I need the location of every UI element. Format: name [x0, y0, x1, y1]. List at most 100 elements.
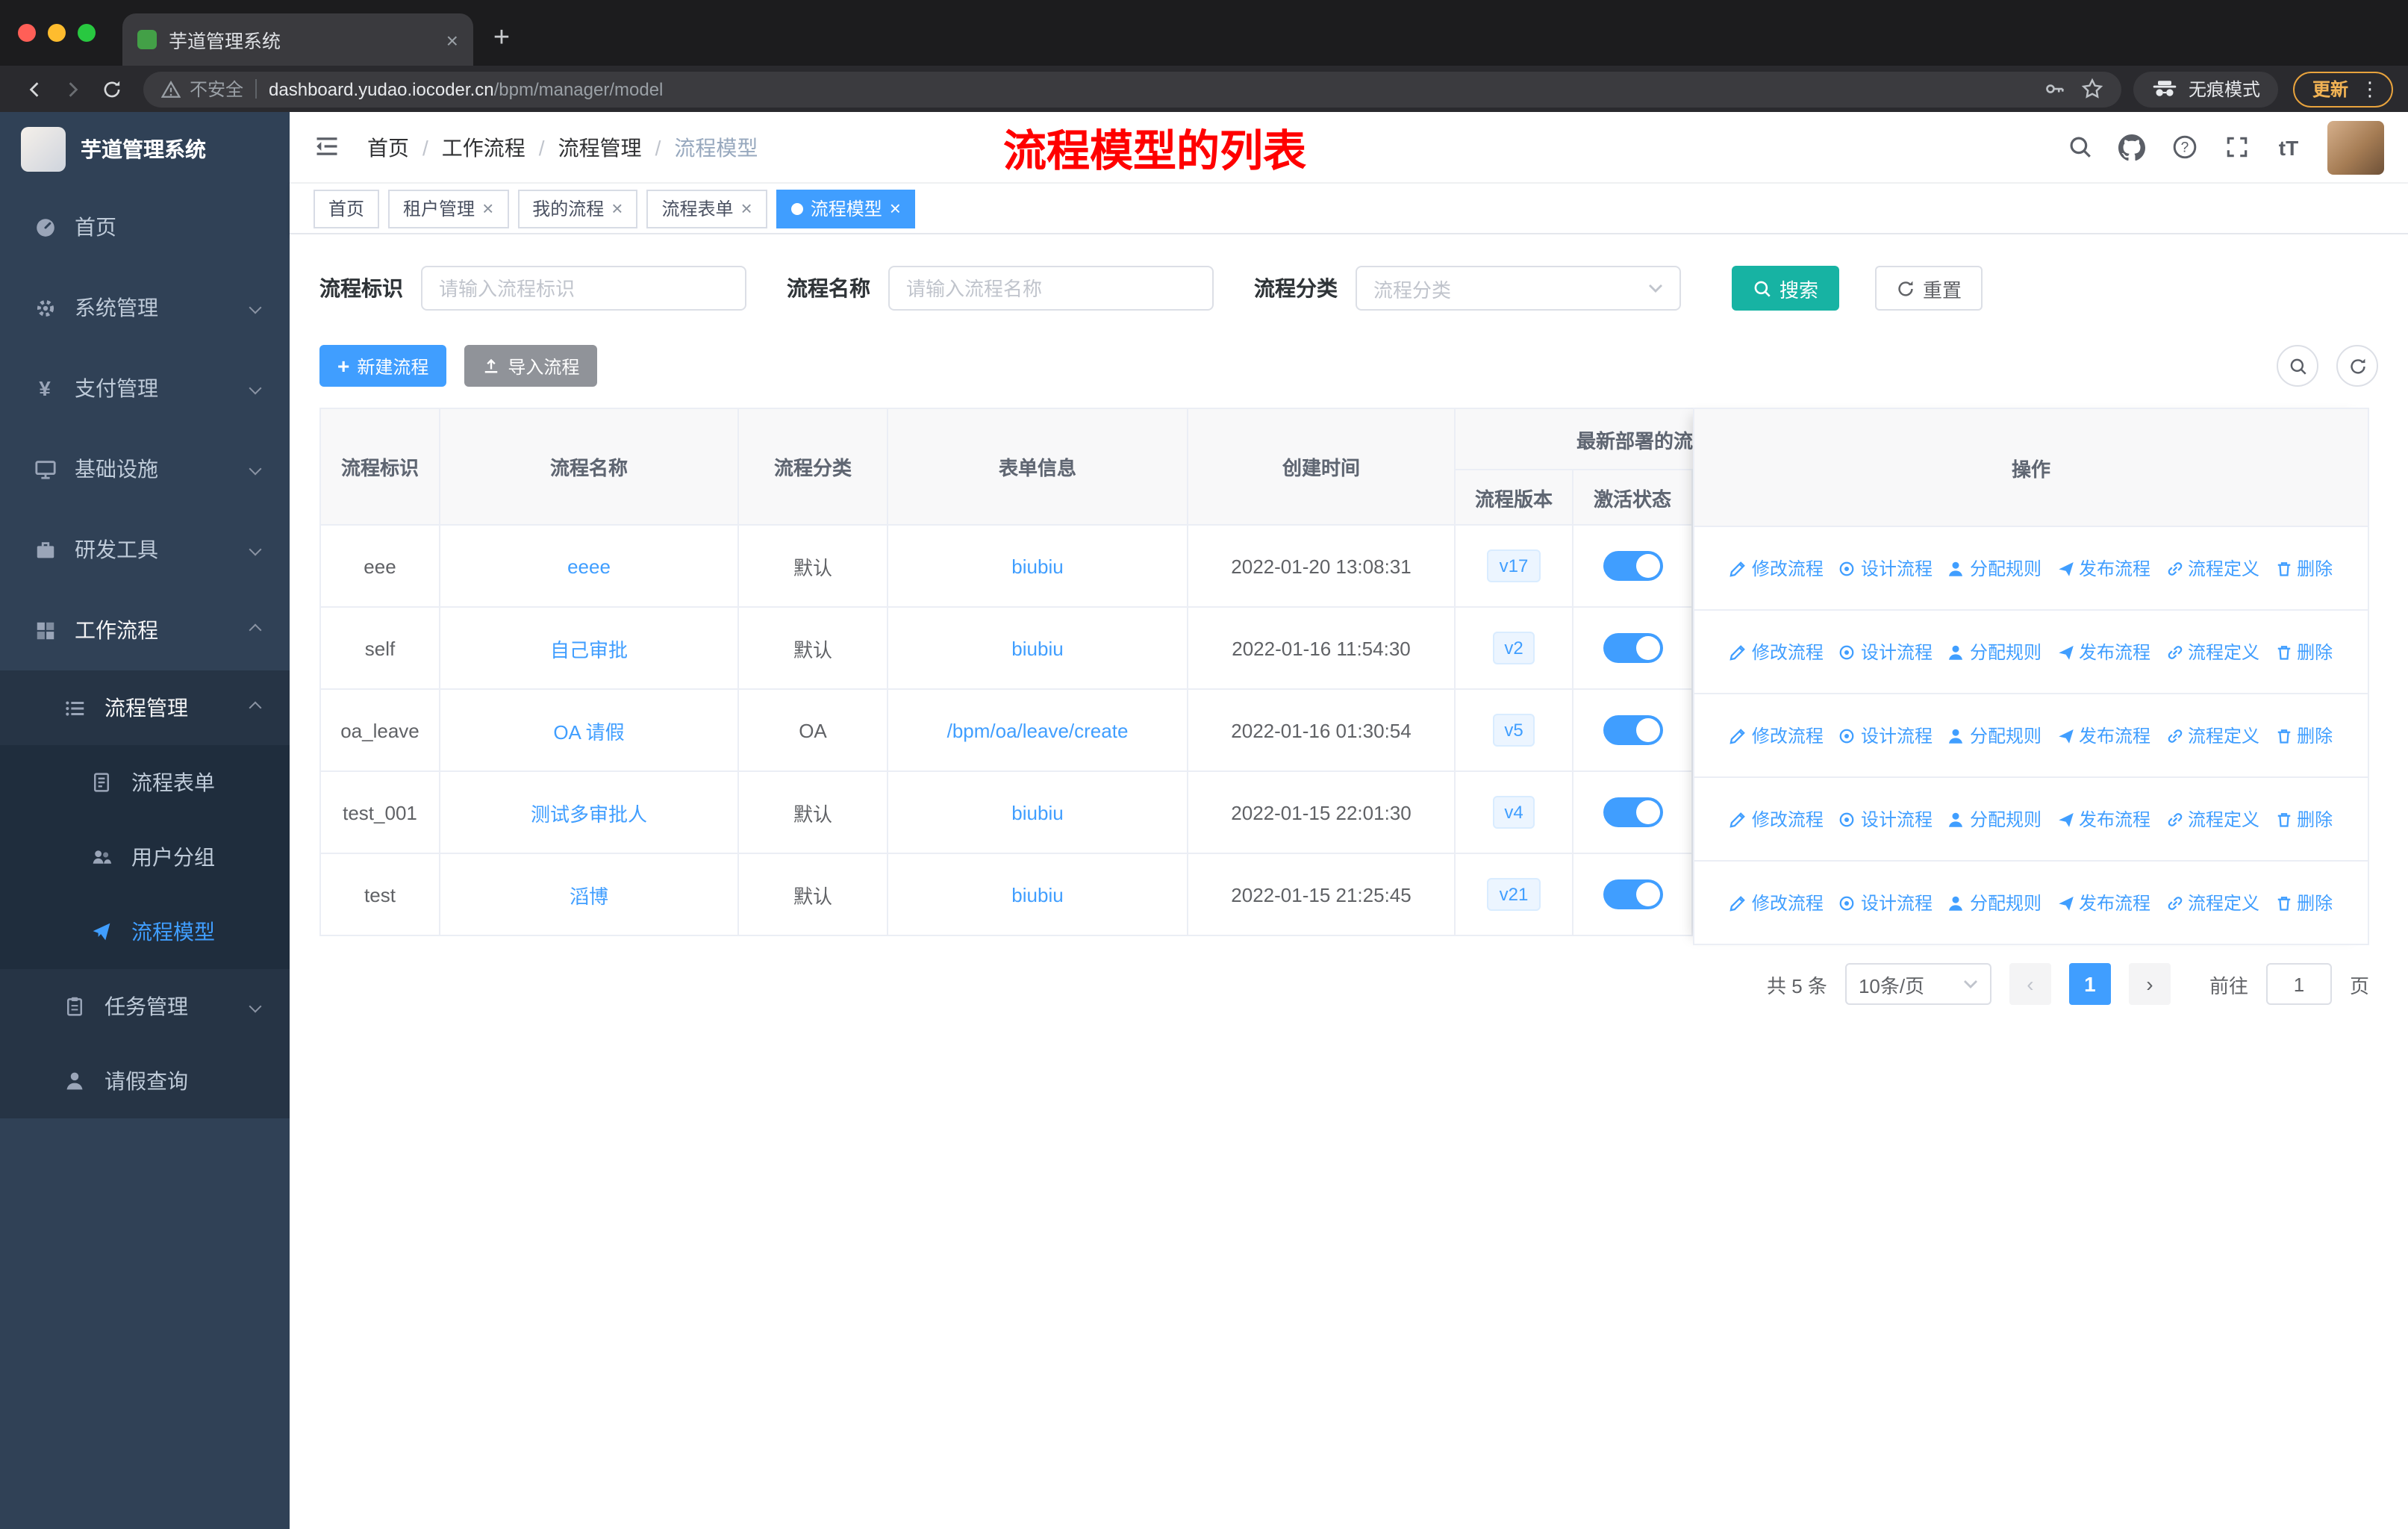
sidebar-item-task-mgmt[interactable]: 任务管理	[0, 969, 290, 1044]
breadcrumb-item[interactable]: 首页	[367, 132, 409, 162]
active-toggle[interactable]	[1603, 879, 1662, 909]
sidebar-item-workflow[interactable]: 工作流程	[0, 590, 290, 670]
publish-action-link[interactable]: 发布流程	[2056, 806, 2150, 832]
show-search-button[interactable]	[2277, 345, 2318, 387]
help-icon[interactable]: ?	[2171, 134, 2198, 161]
forward-button[interactable]	[54, 71, 93, 107]
delete-action-link[interactable]: 删除	[2274, 806, 2333, 832]
active-toggle[interactable]	[1603, 633, 1662, 663]
tab-close-icon[interactable]: ×	[446, 29, 458, 50]
process-name-link[interactable]: eeee	[567, 555, 611, 577]
goto-page-input[interactable]	[2265, 963, 2332, 1005]
process-name-link[interactable]: 测试多审批人	[531, 803, 647, 825]
breadcrumb-item[interactable]: 流程管理	[558, 132, 642, 162]
assign-user-action-link[interactable]: 分配规则	[1947, 723, 2042, 748]
process-name-link[interactable]: 滔博	[570, 885, 608, 907]
sidebar-item-tools[interactable]: 研发工具	[0, 509, 290, 590]
close-icon[interactable]: ×	[890, 199, 901, 218]
security-chip[interactable]: 不安全	[161, 76, 243, 102]
sidebar-item-system[interactable]: 系统管理	[0, 267, 290, 348]
sidebar-item-process-mgmt[interactable]: 流程管理	[0, 670, 290, 745]
form-info-link[interactable]: biubiu	[1011, 801, 1063, 823]
close-icon[interactable]: ×	[741, 199, 752, 218]
page-size-select[interactable]: 10条/页	[1844, 963, 1991, 1005]
menu-fold-icon[interactable]	[314, 132, 343, 162]
browser-menu-icon[interactable]: ⋮	[2357, 77, 2383, 101]
assign-user-action-link[interactable]: 分配规则	[1947, 890, 2042, 915]
definition-action-link[interactable]: 流程定义	[2165, 555, 2259, 581]
browser-update-button[interactable]: 更新 ⋮	[2292, 71, 2393, 107]
edit-action-link[interactable]: 修改流程	[1729, 890, 1824, 915]
sidebar-item-leave-query[interactable]: 请假查询	[0, 1044, 290, 1118]
category-select[interactable]: 流程分类	[1356, 266, 1681, 311]
tag-home[interactable]: 首页	[314, 189, 380, 228]
page-number-button[interactable]: 1	[2068, 963, 2111, 1005]
delete-action-link[interactable]: 删除	[2274, 723, 2333, 748]
design-action-link[interactable]: 设计流程	[1838, 555, 1933, 581]
next-page-button[interactable]: ›	[2128, 963, 2171, 1005]
definition-action-link[interactable]: 流程定义	[2165, 806, 2259, 832]
github-icon[interactable]	[2118, 134, 2145, 161]
sidebar-item-pay[interactable]: ¥ 支付管理	[0, 348, 290, 429]
edit-action-link[interactable]: 修改流程	[1729, 806, 1824, 832]
design-action-link[interactable]: 设计流程	[1838, 890, 1933, 915]
zoom-window-button[interactable]	[78, 24, 96, 42]
design-action-link[interactable]: 设计流程	[1838, 806, 1933, 832]
delete-action-link[interactable]: 删除	[2274, 639, 2333, 664]
reset-button[interactable]: 重置	[1875, 266, 1983, 311]
active-toggle[interactable]	[1603, 715, 1662, 745]
tag-process-form[interactable]: 流程表单 ×	[646, 189, 767, 228]
form-info-link[interactable]: biubiu	[1011, 555, 1063, 577]
sidebar-item-process-form[interactable]: 流程表单	[0, 745, 290, 820]
address-bar[interactable]: 不安全 dashboard.yudao.iocoder.cn/bpm/manag…	[143, 71, 2121, 107]
design-action-link[interactable]: 设计流程	[1838, 723, 1933, 748]
assign-user-action-link[interactable]: 分配规则	[1947, 806, 2042, 832]
new-tab-button[interactable]: +	[479, 16, 524, 61]
process-id-input[interactable]	[421, 266, 746, 311]
close-icon[interactable]: ×	[611, 199, 623, 218]
process-name-input[interactable]	[888, 266, 1214, 311]
process-name-link[interactable]: 自己审批	[550, 638, 628, 661]
prev-page-button[interactable]: ‹	[2009, 963, 2051, 1005]
bookmark-star-icon[interactable]	[2081, 78, 2103, 100]
publish-action-link[interactable]: 发布流程	[2056, 890, 2150, 915]
assign-user-action-link[interactable]: 分配规则	[1947, 555, 2042, 581]
definition-action-link[interactable]: 流程定义	[2165, 890, 2259, 915]
active-toggle[interactable]	[1603, 551, 1662, 581]
design-action-link[interactable]: 设计流程	[1838, 639, 1933, 664]
sidebar-item-process-model[interactable]: 流程模型	[0, 894, 290, 969]
delete-action-link[interactable]: 删除	[2274, 555, 2333, 581]
font-size-icon[interactable]: tT	[2275, 134, 2302, 161]
import-process-button[interactable]: 导入流程	[464, 345, 598, 387]
definition-action-link[interactable]: 流程定义	[2165, 723, 2259, 748]
form-info-link[interactable]: /bpm/oa/leave/create	[947, 719, 1129, 741]
fullscreen-icon[interactable]	[2223, 134, 2250, 161]
form-info-link[interactable]: biubiu	[1011, 637, 1063, 659]
tag-my-process[interactable]: 我的流程 ×	[517, 189, 638, 228]
publish-action-link[interactable]: 发布流程	[2056, 555, 2150, 581]
create-process-button[interactable]: + 新建流程	[319, 345, 447, 387]
refresh-table-button[interactable]	[2336, 345, 2378, 387]
breadcrumb-item[interactable]: 工作流程	[442, 132, 525, 162]
tag-tenant[interactable]: 租户管理 ×	[388, 189, 509, 228]
passwords-key-icon[interactable]	[2044, 78, 2066, 100]
edit-action-link[interactable]: 修改流程	[1729, 555, 1824, 581]
form-info-link[interactable]: biubiu	[1011, 883, 1063, 906]
active-toggle[interactable]	[1603, 797, 1662, 827]
sidebar-item-infra[interactable]: 基础设施	[0, 429, 290, 509]
browser-tab[interactable]: 芋道管理系统 ×	[122, 13, 473, 66]
back-button[interactable]	[15, 71, 54, 107]
sidebar-item-user-group[interactable]: 用户分组	[0, 820, 290, 894]
close-window-button[interactable]	[18, 24, 36, 42]
publish-action-link[interactable]: 发布流程	[2056, 639, 2150, 664]
reload-button[interactable]	[93, 71, 131, 107]
tag-process-model[interactable]: 流程模型 ×	[776, 189, 916, 228]
avatar[interactable]	[2327, 120, 2384, 174]
close-icon[interactable]: ×	[482, 199, 493, 218]
minimize-window-button[interactable]	[48, 24, 66, 42]
edit-action-link[interactable]: 修改流程	[1729, 639, 1824, 664]
process-name-link[interactable]: OA 请假	[553, 720, 624, 743]
assign-user-action-link[interactable]: 分配规则	[1947, 639, 2042, 664]
publish-action-link[interactable]: 发布流程	[2056, 723, 2150, 748]
sidebar-item-home[interactable]: 首页	[0, 187, 290, 267]
